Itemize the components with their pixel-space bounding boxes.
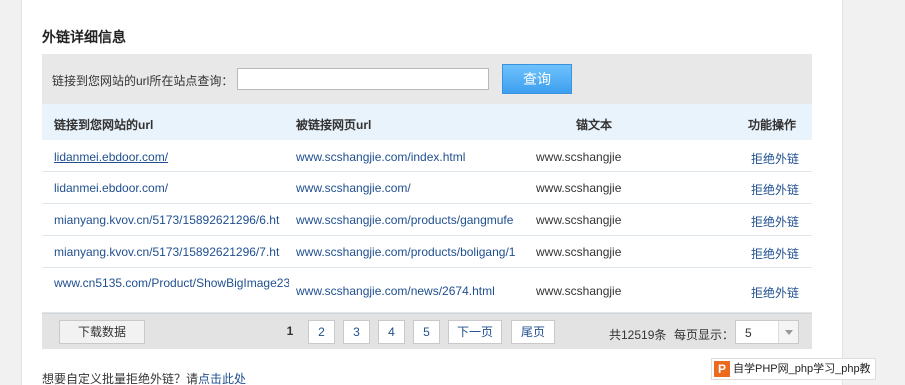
click-here-link[interactable]: 点击此处 bbox=[198, 372, 246, 385]
site-watermark: P 自学PHP网_php学习_php教 bbox=[711, 358, 876, 380]
php-logo-icon: P bbox=[714, 361, 730, 377]
header-target-url: 被链接网页url bbox=[296, 118, 372, 132]
reject-link-button[interactable]: 拒绝外链 bbox=[751, 150, 799, 167]
external-links-panel: 外链详细信息 链接到您网站的url所在站点查询： 查询 链接到您网站的url 被… bbox=[23, 0, 842, 385]
query-label: 链接到您网站的url所在站点查询： bbox=[52, 74, 234, 88]
table-row: mianyang.kvov.cn/5173/15892621296/7.ht w… bbox=[42, 236, 812, 268]
target-url-link[interactable]: www.scshangjie.com/products/gangmufe bbox=[296, 213, 530, 227]
page-link-4[interactable]: 4 bbox=[378, 320, 405, 344]
watermark-text: 自学PHP网_php学习_php教 bbox=[733, 363, 871, 375]
pagination-bar: 下载数据 1 2 3 4 5 下一页 尾页 共12519条 每页显示： 5 bbox=[42, 313, 812, 349]
header-anchor-text: 锚文本 bbox=[576, 118, 613, 132]
external-links-table: 链接到您网站的url 被链接网页url 锚文本 功能操作 lidanmei.eb… bbox=[42, 104, 812, 313]
table-row: www.cn5135.com/Product/ShowBigImage23077… bbox=[42, 268, 812, 313]
per-page-label: 每页显示： bbox=[674, 328, 735, 342]
site-query-input[interactable] bbox=[237, 68, 489, 90]
table-header: 链接到您网站的url 被链接网页url 锚文本 功能操作 bbox=[42, 104, 812, 140]
per-page-value: 5 bbox=[745, 326, 752, 340]
header-actions: 功能操作 bbox=[748, 118, 797, 132]
download-data-button[interactable]: 下载数据 bbox=[59, 320, 145, 344]
reject-link-button[interactable]: 拒绝外链 bbox=[751, 284, 799, 301]
reject-link-button[interactable]: 拒绝外链 bbox=[751, 245, 799, 262]
page-link-5[interactable]: 5 bbox=[413, 320, 440, 344]
next-page-button[interactable]: 下一页 bbox=[448, 320, 502, 344]
anchor-text: www.scshangjie bbox=[536, 181, 622, 195]
total-count: 共12519条 bbox=[609, 328, 667, 342]
anchor-text: www.scshangjie bbox=[536, 245, 622, 259]
reject-link-button[interactable]: 拒绝外链 bbox=[751, 181, 799, 198]
anchor-text: www.scshangjie bbox=[536, 213, 622, 227]
last-page-button[interactable]: 尾页 bbox=[511, 320, 555, 344]
anchor-text: www.scshangjie bbox=[536, 284, 622, 298]
target-url-link[interactable]: www.scshangjie.com/index.html bbox=[296, 150, 530, 164]
source-url-link[interactable]: lidanmei.ebdoor.com/ bbox=[54, 181, 289, 195]
target-url-link[interactable]: www.scshangjie.com/news/2674.html bbox=[296, 284, 530, 298]
section-title: 外链详细信息 bbox=[42, 29, 126, 45]
source-url-link[interactable]: mianyang.kvov.cn/5173/15892621296/6.ht bbox=[54, 213, 289, 227]
right-gutter bbox=[842, 0, 905, 385]
left-gutter bbox=[0, 0, 22, 385]
reject-link-button[interactable]: 拒绝外链 bbox=[751, 213, 799, 230]
page-current: 1 bbox=[286, 324, 294, 338]
source-url-link[interactable]: mianyang.kvov.cn/5173/15892621296/7.ht bbox=[54, 245, 289, 259]
table-row: mianyang.kvov.cn/5173/15892621296/6.ht w… bbox=[42, 204, 812, 236]
source-url-link[interactable]: lidanmei.ebdoor.com/ bbox=[54, 150, 289, 164]
query-bar: 链接到您网站的url所在站点查询： 查询 bbox=[42, 54, 812, 104]
custom-reject-prompt: 想要自定义批量拒绝外链？请点击此处 bbox=[42, 370, 246, 385]
query-button[interactable]: 查询 bbox=[502, 64, 572, 94]
target-url-link[interactable]: www.scshangjie.com/products/boligang/1 bbox=[296, 245, 530, 259]
source-url-link[interactable]: www.cn5135.com/Product/ShowBigImage23077… bbox=[54, 276, 289, 291]
header-source-url: 链接到您网站的url bbox=[54, 118, 154, 132]
prompt-text: 想要自定义批量拒绝外链？请 bbox=[42, 372, 199, 385]
chevron-down-icon[interactable] bbox=[778, 321, 798, 343]
page-link-3[interactable]: 3 bbox=[343, 320, 370, 344]
page-link-2[interactable]: 2 bbox=[308, 320, 335, 344]
per-page-select[interactable]: 5 bbox=[735, 320, 799, 344]
target-url-link[interactable]: www.scshangjie.com/ bbox=[296, 181, 530, 195]
table-row: lidanmei.ebdoor.com/ www.scshangjie.com/… bbox=[42, 172, 812, 204]
anchor-text: www.scshangjie bbox=[536, 150, 622, 164]
table-row: lidanmei.ebdoor.com/ www.scshangjie.com/… bbox=[42, 140, 812, 172]
